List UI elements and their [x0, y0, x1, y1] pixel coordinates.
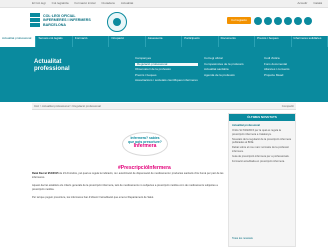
- top-link[interactable]: Formació inicial: [75, 1, 96, 6]
- social-icons: [254, 17, 312, 25]
- login-link[interactable]: Accedir: [297, 1, 307, 6]
- top-right: Accedir Català: [297, 1, 322, 6]
- seal-icon: [107, 12, 127, 32]
- membership-button[interactable]: Col·legiació: [227, 17, 251, 24]
- youtube-icon[interactable]: [274, 17, 282, 25]
- site-header: COL·LEGI OFICIAL INFERMERES I INFERMERS …: [0, 8, 328, 36]
- section-title: Actualitat professional: [34, 59, 70, 72]
- submenu-item[interactable]: Premis i beques: [135, 73, 198, 78]
- article-paragraph: Aquest decret estableix els criteris gen…: [32, 184, 218, 191]
- organization-name[interactable]: COL·LEGI OFICIAL INFERMERES I INFERMERS …: [43, 14, 103, 27]
- share-links[interactable]: Compartir: [282, 104, 294, 108]
- nav-item[interactable]: Assessoria: [146, 36, 183, 47]
- submenu-item[interactable]: Associacions i societats científiques in…: [135, 79, 198, 83]
- submenu-item[interactable]: Fons documental: [264, 62, 290, 67]
- language-select[interactable]: Català: [313, 1, 322, 6]
- section-band: Actualitat professional Campanyes Regula…: [0, 47, 328, 102]
- article-paragraph: Per tal que puguin prescriure, les infer…: [32, 196, 154, 199]
- nav-item[interactable]: Formació: [73, 36, 110, 47]
- sidebar-title: ÚLTIMES NOVETATS: [229, 114, 295, 121]
- breadcrumb: Inici > Actualitat professional > Regula…: [32, 103, 296, 110]
- nav-item[interactable]: Participació: [182, 36, 219, 47]
- top-link[interactable]: Col·legiat/da: [52, 1, 69, 6]
- campaign-banner: Infermera? sabies que pots prescriure? I…: [120, 132, 170, 164]
- submenu-item[interactable]: Projecte Mead: [264, 73, 290, 78]
- submenu-item[interactable]: Observatori de la professió: [135, 68, 198, 72]
- nav-item-actualitat[interactable]: Actualitat professional: [0, 36, 37, 47]
- flickr-icon[interactable]: [304, 17, 312, 25]
- main-nav: Actualitat professional Serveis col·legi…: [0, 36, 328, 47]
- submenu-item-active[interactable]: Regulació professional: [135, 62, 198, 67]
- sidebar-item[interactable]: Debat sobre el nou marc normatiu de la p…: [232, 146, 294, 153]
- breadcrumb-path[interactable]: Inici > Actualitat professional > Regula…: [34, 104, 101, 108]
- submenu-col-1: Campanyes Regulació professional Observa…: [135, 56, 198, 83]
- nav-item[interactable]: Infermeres solidàries: [292, 36, 328, 47]
- instagram-icon[interactable]: [294, 17, 302, 25]
- top-link[interactable]: El Col·legi: [32, 1, 46, 6]
- sidebar-item[interactable]: Formació acreditada en prescripció infer…: [232, 160, 294, 164]
- twitter-icon[interactable]: [264, 17, 272, 25]
- submenu-col-2: Col·legi oficial Competències de la prof…: [204, 56, 244, 78]
- speech-bubble: Infermera? sabies que pots prescriure? I…: [122, 132, 168, 156]
- more-news-link[interactable]: Totes les novetats: [232, 237, 253, 240]
- news-sidebar: ÚLTIMES NOVETATS Actualitat professional…: [228, 113, 296, 247]
- submenu-item[interactable]: Col·legi oficial: [204, 56, 244, 61]
- linkedin-icon[interactable]: [284, 17, 292, 25]
- sidebar-heading: Actualitat professional: [232, 124, 260, 127]
- sidebar-item[interactable]: Ordre SLT/29/2015 per la qual es regula …: [232, 129, 294, 136]
- nav-item[interactable]: Documents: [219, 36, 256, 47]
- sidebar-item[interactable]: Guia de prescripció infermera per a prof…: [232, 155, 294, 159]
- submenu-item[interactable]: Actualitat sanitària: [204, 68, 244, 72]
- logo-icon[interactable]: [30, 13, 40, 29]
- top-link[interactable]: Actualitat: [121, 1, 133, 6]
- submenu-item[interactable]: Codi d'ètica: [264, 56, 290, 61]
- top-utility-bar: El Col·legi Col·legiat/da Formació inici…: [0, 0, 328, 8]
- submenu-item[interactable]: Competències de la professió: [204, 62, 244, 67]
- submenu-item[interactable]: Campanyes: [135, 56, 198, 61]
- facebook-icon[interactable]: [254, 17, 262, 25]
- submenu-item[interactable]: Agenda de la professió: [204, 73, 244, 78]
- nav-item[interactable]: Ocupació: [109, 36, 146, 47]
- submenu-item[interactable]: Aliances i convenis: [264, 68, 290, 72]
- nav-item[interactable]: Premis i beques: [255, 36, 292, 47]
- sidebar-item[interactable]: Novetats de la regulació de la prescripc…: [232, 138, 294, 145]
- submenu-col-3: Codi d'ètica Fons documental Aliances i …: [264, 56, 290, 78]
- sidebar-list: Actualitat professional Ordre SLT/29/201…: [232, 124, 294, 165]
- org-line: BARCELONA: [43, 22, 66, 27]
- campaign-hashtag: #PrescripcióInfermera: [118, 165, 171, 171]
- article-paragraph: Reial Decret 954/2015 de 23 d'octubre, p…: [32, 172, 224, 179]
- top-links: El Col·legi Col·legiat/da Formació inici…: [32, 1, 133, 6]
- nav-item[interactable]: Serveis col·legials: [36, 36, 73, 47]
- top-link[interactable]: Ciutadans: [101, 1, 115, 6]
